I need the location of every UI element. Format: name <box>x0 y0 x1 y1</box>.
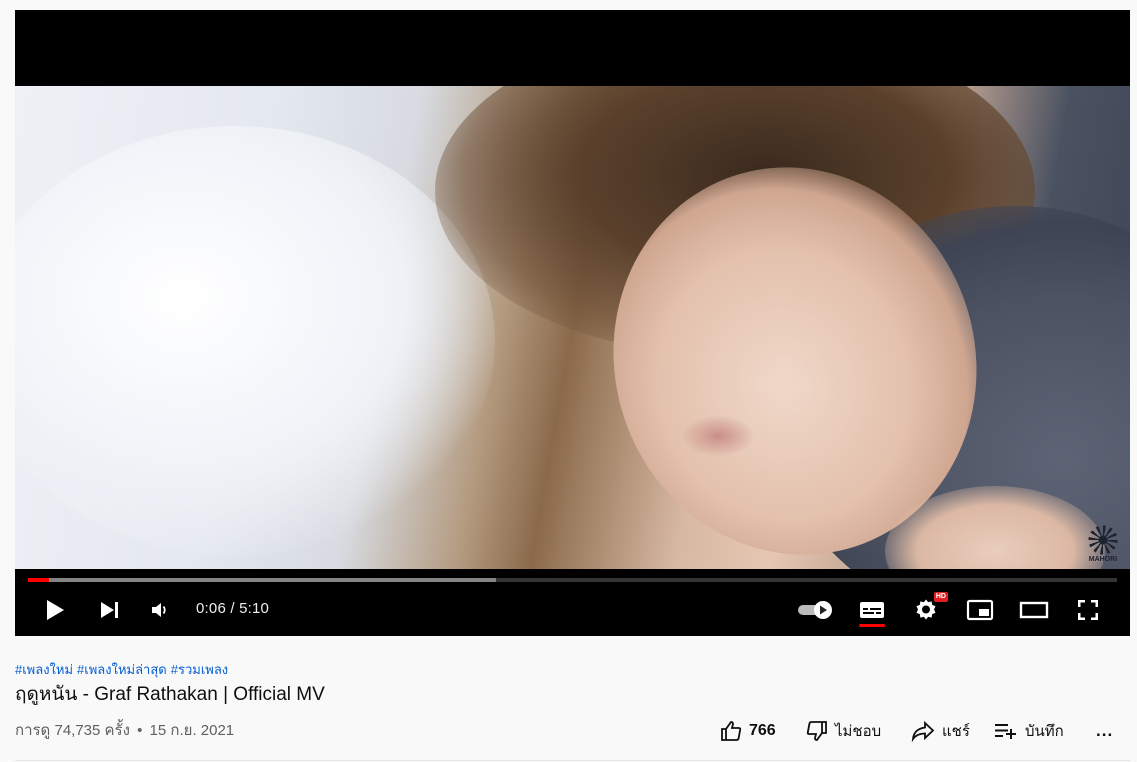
share-icon <box>911 720 935 743</box>
hashtag-list: #เพลงใหม่ #เพลงใหม่ล่าสุด #รวมเพลง <box>15 659 232 680</box>
next-button[interactable] <box>94 596 126 624</box>
fullscreen-icon <box>1078 600 1098 620</box>
hashtag-link[interactable]: #รวมเพลง <box>171 662 228 677</box>
view-info: การดู 74,735 ครั้ง • 15 ก.ย. 2021 <box>15 718 237 742</box>
miniplayer-button[interactable] <box>964 596 996 624</box>
separator-dot: • <box>137 722 143 739</box>
share-button[interactable]: แชร์ <box>910 716 970 746</box>
play-icon <box>47 600 64 620</box>
progress-buffered <box>28 578 496 582</box>
watermark-text: MAHORI <box>1088 556 1118 563</box>
time-display: 0:06 / 5:10 <box>196 600 269 617</box>
duration: 5:10 <box>239 600 270 617</box>
progress-played <box>28 578 49 582</box>
player-controls: 0:06 / 5:10 HD <box>15 588 1130 632</box>
upload-date: 15 ก.ย. 2021 <box>149 722 235 739</box>
theater-mode-button[interactable] <box>1018 596 1050 624</box>
time-separator: / <box>226 600 240 617</box>
watch-page: MAHORI 0:06 / 5:10 HD #เพลงใหม่ #เพลงใหม… <box>0 0 1137 762</box>
subtitles-button[interactable] <box>856 596 888 627</box>
settings-button[interactable]: HD <box>910 592 948 624</box>
mute-button[interactable] <box>144 596 176 624</box>
progress-bar[interactable] <box>28 578 1117 582</box>
fullscreen-button[interactable] <box>1072 596 1104 624</box>
hd-badge: HD <box>933 592 948 602</box>
view-count: การดู 74,735 ครั้ง <box>15 722 130 739</box>
thumbs-up-icon <box>721 721 742 741</box>
dislike-label: ไม่ชอบ <box>835 723 882 740</box>
video-player[interactable]: MAHORI 0:06 / 5:10 HD <box>15 10 1130 636</box>
save-button[interactable]: บันทึก <box>993 716 1064 746</box>
playlist-add-icon <box>995 724 1016 739</box>
video-lip-region <box>683 416 753 456</box>
share-label: แชร์ <box>942 723 970 740</box>
theater-mode-icon <box>1019 601 1049 619</box>
save-label: บันทึก <box>1025 723 1064 740</box>
divider <box>15 760 1130 761</box>
autoplay-toggle[interactable] <box>796 596 836 624</box>
video-title: ฤดูหนัน - Graf Rathakan | Official MV <box>15 684 325 705</box>
video-frame[interactable]: MAHORI <box>15 86 1130 569</box>
subtitles-icon <box>860 602 884 618</box>
dislike-button[interactable]: ไม่ชอบ <box>805 716 881 746</box>
more-actions-button[interactable]: ... <box>1096 716 1113 746</box>
miniplayer-icon <box>966 599 994 621</box>
volume-icon <box>152 603 166 617</box>
current-time: 0:06 <box>196 600 226 617</box>
play-button[interactable] <box>39 596 71 624</box>
channel-watermark[interactable]: MAHORI <box>1086 525 1120 563</box>
autoplay-toggle-icon <box>798 601 832 619</box>
video-sheet-region <box>15 126 495 556</box>
more-icon: ... <box>1096 721 1114 740</box>
like-button[interactable]: 766 <box>719 716 776 746</box>
subtitles-active-indicator <box>859 624 885 627</box>
hashtag-link[interactable]: #เพลงใหม่ล่าสุด <box>77 662 167 677</box>
next-icon <box>101 602 118 618</box>
like-count: 766 <box>749 722 776 739</box>
hashtag-link[interactable]: #เพลงใหม่ <box>15 662 73 677</box>
thumbs-down-icon <box>806 721 827 741</box>
watermark-logo-icon <box>1088 525 1118 555</box>
